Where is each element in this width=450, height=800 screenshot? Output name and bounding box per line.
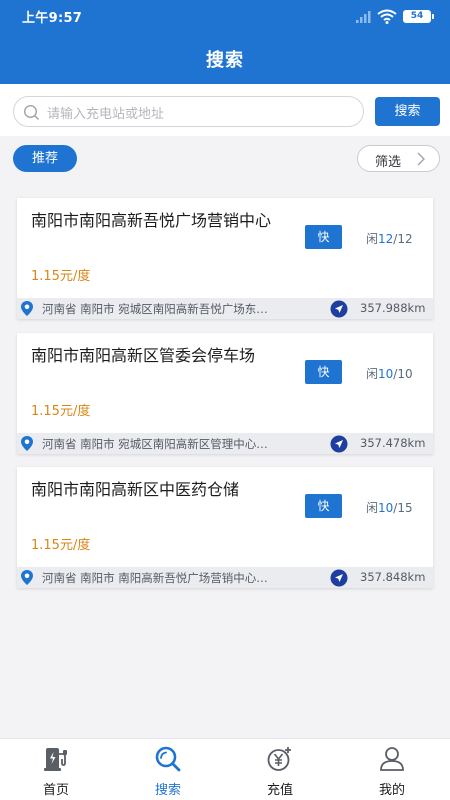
total-count: /15: [393, 501, 413, 515]
idle-label: 闲: [366, 501, 379, 515]
wifi-icon: [377, 9, 397, 24]
app-header: 上午9:57 54 搜索: [0, 0, 450, 84]
station-card[interactable]: 南阳市南阳高新区中医药仓储 快 闲10/15 1.15元/度 河南省 南阳市 南…: [17, 467, 433, 588]
station-card[interactable]: 南阳市南阳高新区管委会停车场 快 闲10/10 1.15元/度 河南省 南阳市 …: [17, 333, 433, 454]
fast-charge-badge: 快: [305, 225, 342, 249]
search-area: 请输入充电站或地址 搜索: [0, 84, 450, 136]
recommend-button[interactable]: 推荐: [13, 145, 77, 172]
status-time: 上午9:57: [22, 11, 83, 26]
address-text: 河南省 南阳市 宛城区南阳高新吾悦广场东…: [42, 302, 268, 316]
tab-label: 首页: [42, 783, 69, 798]
navigate-icon[interactable]: [330, 300, 348, 318]
distance: 357.848km: [360, 570, 426, 584]
fast-charge-badge: 快: [305, 360, 342, 384]
idle-count: 10: [378, 367, 394, 381]
tab-label: 充值: [266, 783, 293, 798]
station-name: 南阳市南阳高新区管委会停车场: [31, 346, 256, 365]
station-card[interactable]: 南阳市南阳高新吾悦广场营销中心 快 闲12/12 1.15元/度 河南省 南阳市…: [17, 198, 433, 319]
recharge-icon: [267, 747, 291, 771]
price: 1.15元/度: [31, 404, 91, 419]
search-placeholder: 请输入充电站或地址: [47, 107, 165, 122]
idle-count: 12: [378, 232, 394, 246]
tab-label: 我的: [378, 783, 405, 798]
idle-count: 10: [378, 501, 394, 515]
bottom-tabbar: 首页 搜索 充值 我的: [0, 738, 450, 800]
battery-indicator: 54: [403, 10, 434, 23]
status-bar: 上午9:57 54: [0, 0, 450, 30]
chevron-right-icon: [417, 152, 425, 166]
search-icon: [23, 104, 39, 120]
address-bar: 河南省 南阳市 南阳高新吾悦广场营销中心… 357.848km: [17, 567, 433, 588]
tab-label: 搜索: [154, 783, 181, 798]
filter-label: 筛选: [375, 155, 402, 170]
station-name: 南阳市南阳高新吾悦广场营销中心: [31, 211, 272, 230]
tab-recharge[interactable]: 充值: [224, 739, 336, 800]
location-pin-icon: [21, 301, 33, 316]
search-input[interactable]: 请输入充电站或地址: [13, 96, 364, 127]
address-text: 河南省 南阳市 宛城区南阳高新区管理中心…: [42, 437, 268, 451]
price: 1.15元/度: [31, 269, 91, 284]
user-icon: [380, 747, 404, 771]
availability: 闲10/10: [366, 365, 413, 382]
tab-search[interactable]: 搜索: [112, 739, 224, 800]
total-count: /12: [393, 232, 413, 246]
navigate-icon[interactable]: [330, 435, 348, 453]
address-bar: 河南省 南阳市 宛城区南阳高新吾悦广场东… 357.988km: [17, 298, 433, 319]
page-title: 搜索: [206, 50, 244, 71]
distance: 357.478km: [360, 436, 426, 450]
address-text: 河南省 南阳市 南阳高新吾悦广场营销中心…: [42, 571, 268, 585]
signal-icon: [356, 11, 371, 23]
idle-label: 闲: [366, 367, 379, 381]
fast-charge-badge: 快: [305, 494, 342, 518]
navigate-icon[interactable]: [330, 569, 348, 587]
filter-button[interactable]: 筛选: [357, 145, 440, 172]
availability: 闲10/15: [366, 499, 413, 516]
availability: 闲12/12: [366, 230, 413, 247]
search-icon: [155, 746, 181, 772]
price: 1.15元/度: [31, 538, 91, 553]
tab-profile[interactable]: 我的: [336, 739, 448, 800]
search-button[interactable]: 搜索: [375, 97, 440, 126]
location-pin-icon: [21, 436, 33, 451]
address-bar: 河南省 南阳市 宛城区南阳高新区管理中心… 357.478km: [17, 433, 433, 454]
tab-home[interactable]: 首页: [0, 739, 112, 800]
idle-label: 闲: [366, 232, 379, 246]
total-count: /10: [393, 367, 413, 381]
location-pin-icon: [21, 570, 33, 585]
station-name: 南阳市南阳高新区中医药仓储: [31, 480, 240, 499]
distance: 357.988km: [360, 301, 426, 315]
charger-icon: [44, 748, 67, 771]
